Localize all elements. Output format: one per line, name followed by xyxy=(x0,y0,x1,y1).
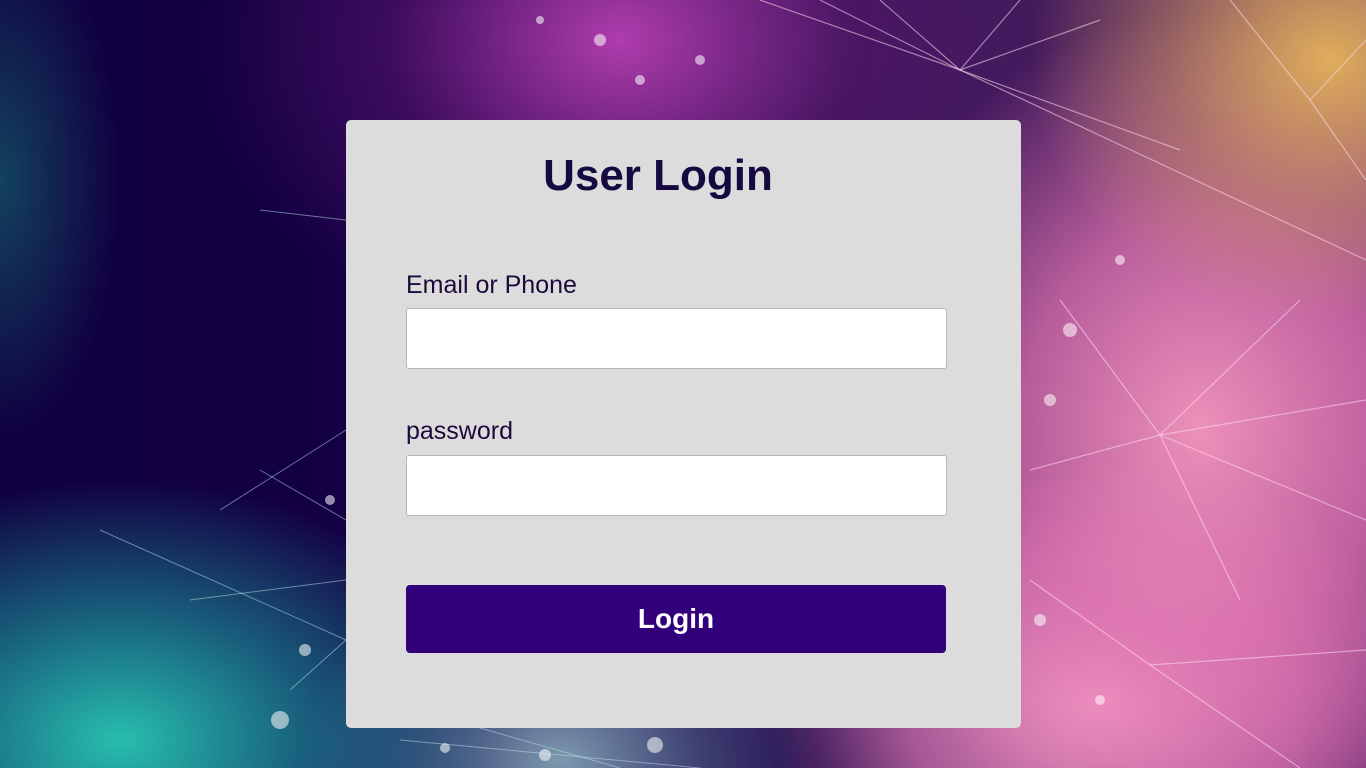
page-title: User Login xyxy=(543,151,773,200)
email-field[interactable] xyxy=(406,308,947,369)
password-label: password xyxy=(406,417,513,445)
email-label: Email or Phone xyxy=(406,271,577,299)
password-field[interactable] xyxy=(406,455,947,516)
login-button[interactable]: Login xyxy=(406,585,946,653)
